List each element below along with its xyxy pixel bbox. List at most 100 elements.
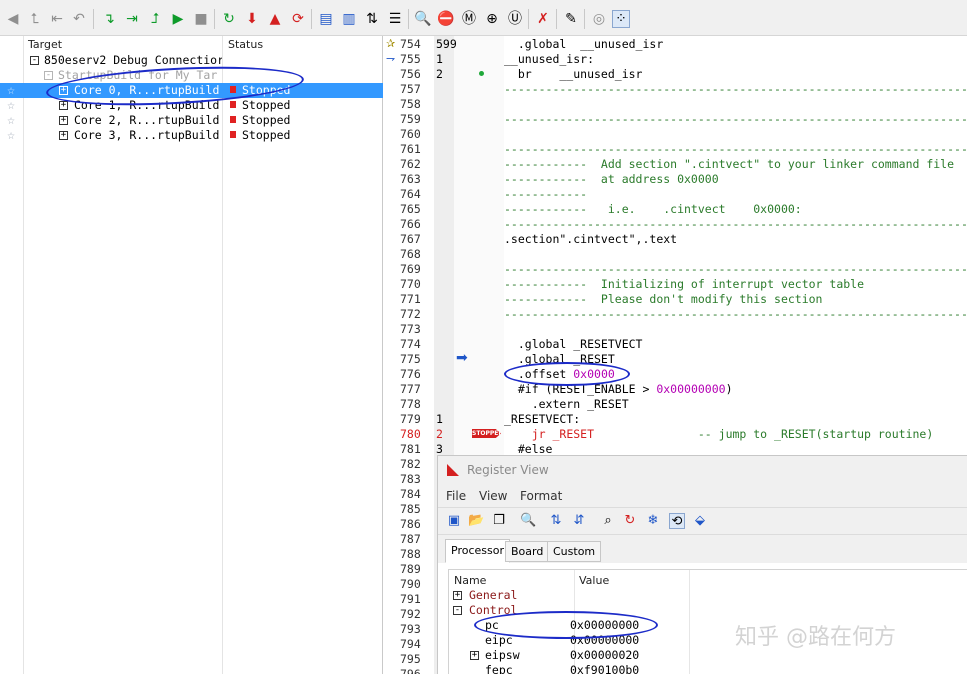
- download-icon[interactable]: ⬇: [243, 10, 261, 28]
- tab-custom[interactable]: Custom: [547, 541, 602, 562]
- register-row[interactable]: + General: [449, 588, 967, 603]
- code-line[interactable]: .extern _RESET: [504, 397, 629, 412]
- code-line[interactable]: ------------ Add section ".cintvect" to …: [504, 157, 954, 172]
- breakpoint-list-icon[interactable]: ☰: [386, 10, 404, 28]
- freeze-icon[interactable]: ❄: [645, 513, 661, 529]
- editor-gutter[interactable]: [384, 36, 398, 674]
- step-into-icon[interactable]: ↴: [100, 10, 118, 28]
- line-number: 761: [400, 142, 421, 156]
- refresh-icon[interactable]: ↻: [622, 513, 638, 529]
- step-back-icon[interactable]: ↶: [70, 10, 88, 28]
- register-value[interactable]: 0xf90100b0: [570, 663, 639, 674]
- bookmark-star-icon[interactable]: ✰: [386, 36, 395, 51]
- back-arrow-icon[interactable]: ◀: [4, 10, 22, 28]
- register-name: General: [469, 588, 518, 602]
- collapse-icon[interactable]: -: [453, 606, 462, 615]
- expand-icon[interactable]: +: [59, 131, 68, 140]
- code-line[interactable]: ----------------------------------------…: [504, 307, 967, 322]
- stop-sign-icon[interactable]: ⛔: [437, 10, 455, 28]
- restart-icon[interactable]: ↻: [220, 10, 238, 28]
- menu-file[interactable]: File: [446, 489, 466, 503]
- code-line[interactable]: .global __unused_isr: [504, 37, 663, 52]
- remove-breakpoints-icon[interactable]: ✗: [534, 10, 552, 28]
- tab-board[interactable]: Board: [505, 541, 550, 562]
- expand-icon[interactable]: +: [59, 116, 68, 125]
- code-line[interactable]: _RESETVECT:: [504, 412, 580, 427]
- code-line[interactable]: ------------ Please don't modify this se…: [504, 292, 823, 307]
- function-marker-icon: ⇁: [386, 52, 396, 65]
- expand-icon[interactable]: +: [470, 651, 479, 660]
- code-line[interactable]: .global _RESETVECT: [504, 337, 643, 352]
- breakpoint-dot-icon[interactable]: [479, 71, 484, 76]
- menu-format[interactable]: Format: [520, 489, 562, 503]
- code-line[interactable]: ----------------------------------------…: [504, 142, 967, 157]
- copy-icon[interactable]: ❐: [491, 513, 507, 529]
- column-header-target[interactable]: Target: [28, 37, 62, 53]
- binoculars-icon[interactable]: ⌕: [600, 513, 616, 529]
- move-up-icon[interactable]: ⇅: [548, 513, 564, 529]
- core-row[interactable]: ☆ + Core 2, R...rtupBuild Stopped: [0, 113, 383, 128]
- column-header-name[interactable]: Name: [454, 574, 486, 587]
- execution-count: 1: [436, 52, 443, 66]
- code-line[interactable]: ------------ at address 0x0000: [504, 172, 719, 187]
- code-line[interactable]: ----------------------------------------…: [504, 82, 967, 97]
- reload-icon[interactable]: ⟳: [289, 10, 307, 28]
- step-out-arrow-icon[interactable]: ⮤: [26, 10, 44, 28]
- code-line[interactable]: ------------ i.e. .cintvect 0x0000:: [504, 202, 802, 217]
- zoom-in-icon[interactable]: 🔍: [414, 10, 432, 28]
- code-line[interactable]: __unused_isr:: [504, 52, 594, 67]
- star-icon[interactable]: ☆: [4, 83, 18, 98]
- stop-icon[interactable]: ■: [192, 10, 210, 28]
- star-icon[interactable]: ☆: [4, 113, 18, 128]
- expand-icon[interactable]: +: [59, 101, 68, 110]
- code-line[interactable]: ------------ Initializing of interrupt v…: [504, 277, 864, 292]
- line-number: 764: [400, 187, 421, 201]
- column-header-value[interactable]: Value: [579, 574, 609, 587]
- load-icon[interactable]: ▲: [266, 10, 284, 28]
- code-line[interactable]: ----------------------------------------…: [504, 112, 967, 127]
- line-number: 786: [400, 517, 421, 531]
- notes-icon[interactable]: ✎: [562, 10, 580, 28]
- trace-icon[interactable]: Ⓜ: [460, 10, 478, 28]
- line-number: 788: [400, 547, 421, 561]
- code-line[interactable]: ----------------------------------------…: [504, 262, 967, 277]
- run-icon[interactable]: ▶: [169, 10, 187, 28]
- step-return-icon[interactable]: ⮥: [146, 10, 164, 28]
- export-icon[interactable]: ⬙: [692, 513, 708, 529]
- code-line[interactable]: .section".cintvect",.text: [504, 232, 677, 247]
- line-number: 775: [400, 352, 421, 366]
- expand-icon[interactable]: +: [453, 591, 462, 600]
- auto-refresh-icon[interactable]: ⟲: [669, 513, 685, 529]
- code-line[interactable]: ------------: [504, 187, 587, 202]
- collapse-icon[interactable]: -: [44, 71, 53, 80]
- core-row[interactable]: ☆ + Core 3, R...rtupBuild Stopped: [0, 128, 383, 143]
- save-icon[interactable]: ▣: [446, 513, 462, 529]
- save-source-icon[interactable]: ▥: [340, 10, 358, 28]
- grid-icon[interactable]: ⁘: [612, 10, 630, 28]
- zoom-icon[interactable]: ⊕: [483, 10, 501, 28]
- open-source-icon[interactable]: ▤: [317, 10, 335, 28]
- code-line[interactable]: br __unused_isr: [504, 67, 643, 82]
- find-icon[interactable]: Ⓤ: [506, 10, 524, 28]
- timer-icon[interactable]: ◎: [590, 10, 608, 28]
- line-number: 756: [400, 67, 421, 81]
- collapse-icon[interactable]: -: [30, 56, 39, 65]
- column-header-status[interactable]: Status: [228, 37, 263, 53]
- star-icon[interactable]: ☆: [4, 128, 18, 143]
- code-line[interactable]: jr _RESET -- jump to _RESET(startup rout…: [504, 427, 934, 442]
- register-row[interactable]: fepc 0xf90100b0: [449, 663, 967, 674]
- step-over-icon[interactable]: ⇥: [123, 10, 141, 28]
- tab-processor[interactable]: Processor: [445, 539, 510, 563]
- move-down-icon[interactable]: ⇵: [571, 513, 587, 529]
- star-icon[interactable]: ☆: [4, 98, 18, 113]
- go-to-start-icon[interactable]: ⇤: [48, 10, 66, 28]
- connection-row[interactable]: - 850eserv2 Debug Connectior: [0, 53, 383, 68]
- code-line[interactable]: ----------------------------------------…: [504, 217, 967, 232]
- line-number: 763: [400, 172, 421, 186]
- inspect-icon[interactable]: 🔍: [520, 513, 536, 529]
- register-value[interactable]: 0x00000020: [570, 648, 639, 663]
- register-view-titlebar[interactable]: Register View: [438, 456, 967, 485]
- toggle-breakpoint-icon[interactable]: ⇅: [363, 10, 381, 28]
- open-folder-icon[interactable]: 📂: [468, 513, 484, 529]
- menu-view[interactable]: View: [479, 489, 507, 503]
